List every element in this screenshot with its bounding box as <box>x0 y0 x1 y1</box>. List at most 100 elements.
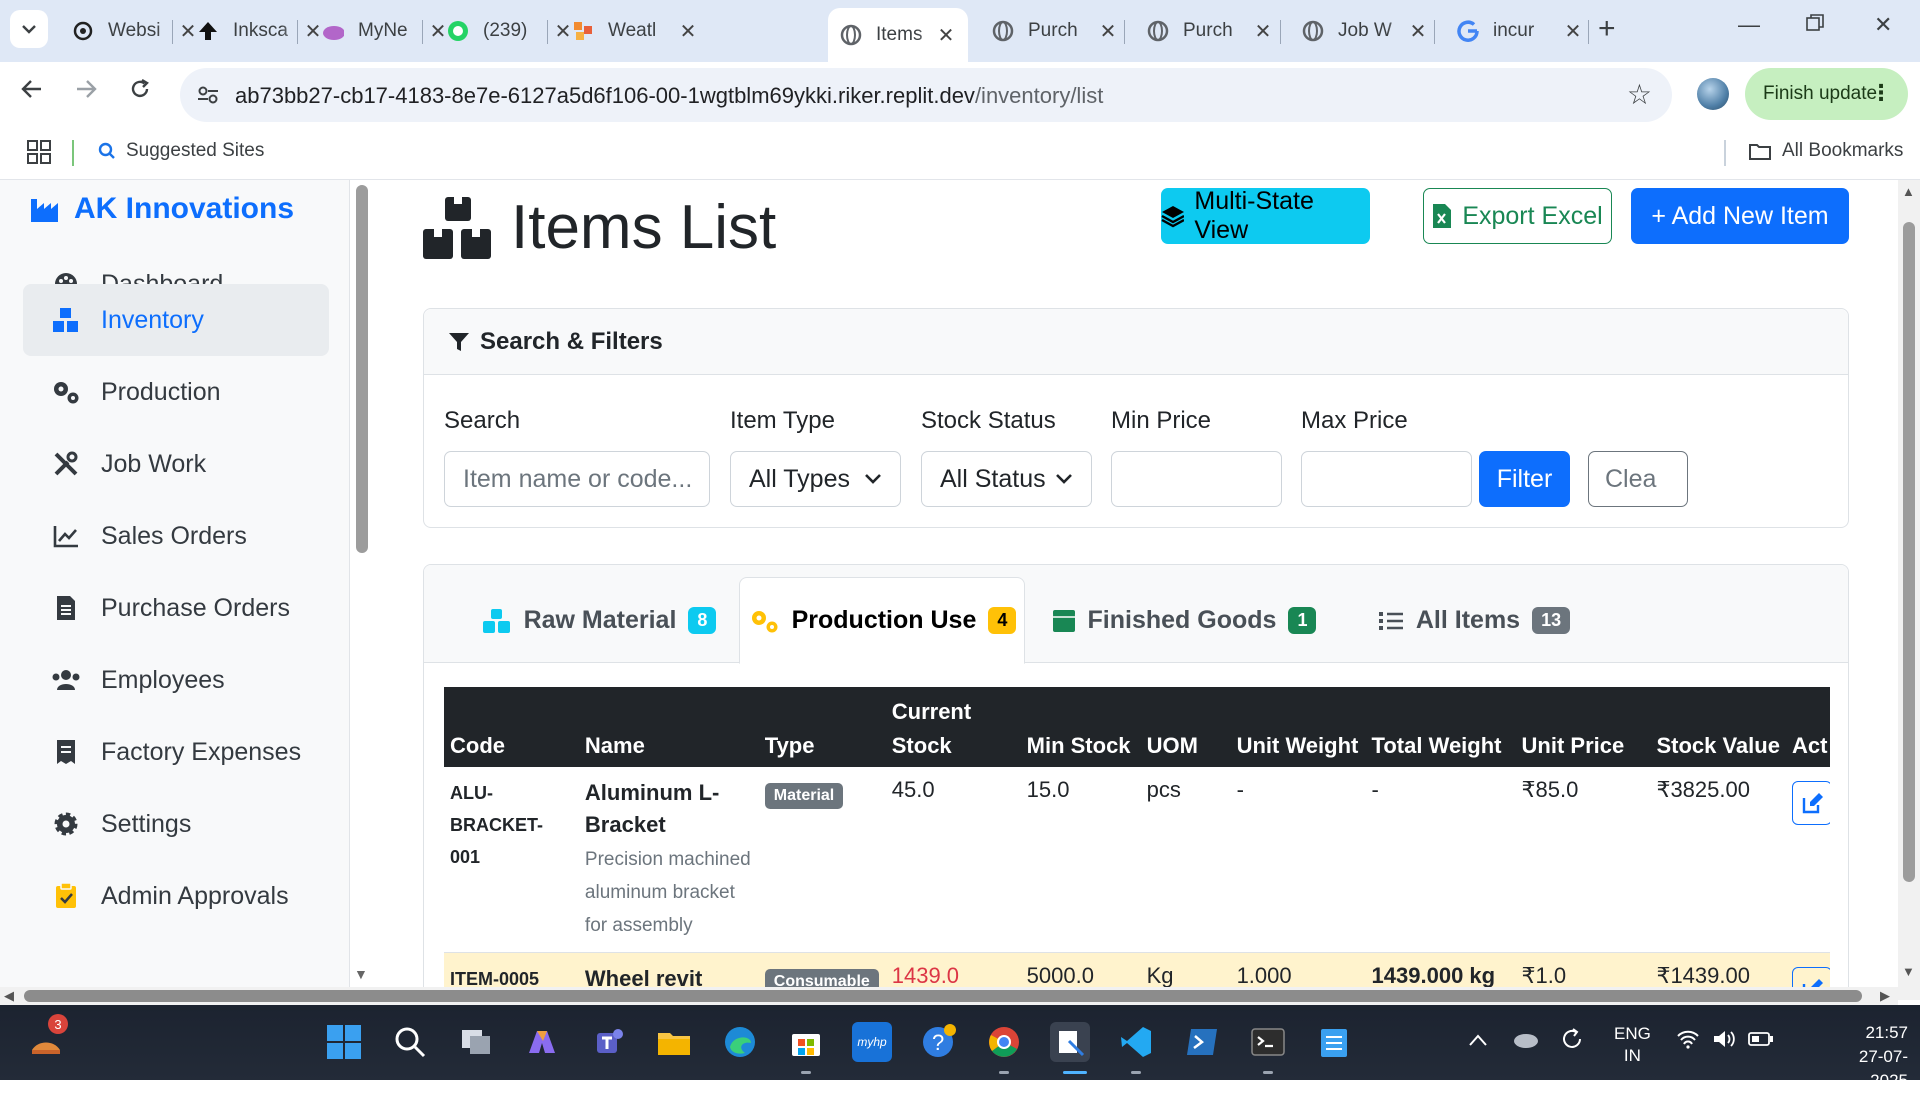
multi-state-view-button[interactable]: Multi-State View <box>1161 187 1370 244</box>
terminal-icon[interactable] <box>1248 1022 1288 1062</box>
all-bookmarks-button[interactable]: All Bookmarks <box>1748 140 1903 162</box>
browser-tab[interactable]: Purch ✕ <box>980 8 1130 54</box>
bookmark-suggested-sites[interactable]: Suggested Sites <box>98 140 264 162</box>
notepad-icon[interactable] <box>1314 1022 1354 1062</box>
close-icon[interactable]: ✕ <box>1253 19 1273 44</box>
vscode-icon[interactable] <box>1116 1022 1156 1062</box>
volume-icon[interactable] <box>1712 1029 1736 1054</box>
help-icon[interactable]: ? <box>918 1022 958 1062</box>
scroll-thumb[interactable] <box>1903 222 1915 882</box>
search-input[interactable]: Item name or code... <box>444 451 710 507</box>
close-icon[interactable]: ✕ <box>1408 19 1428 44</box>
forward-button[interactable] <box>74 76 98 108</box>
folder-icon <box>1749 144 1771 160</box>
stock-status-value: All Status <box>940 464 1046 493</box>
widgets-icon[interactable]: 3 <box>26 1014 68 1062</box>
scroll-left-arrow[interactable]: ◀ <box>4 988 14 1004</box>
search-icon[interactable] <box>390 1022 430 1062</box>
file-explorer-icon[interactable] <box>654 1022 694 1062</box>
close-icon[interactable]: ✕ <box>1563 19 1583 44</box>
onedrive-icon[interactable] <box>1512 1029 1540 1054</box>
browser-tab[interactable]: Job W ✕ <box>1290 8 1440 54</box>
store-icon[interactable] <box>786 1022 826 1062</box>
more-vert-icon[interactable]: ⋮ <box>1870 80 1892 106</box>
sidebar-scrollbar[interactable] <box>356 185 368 553</box>
browser-tab-active[interactable]: Items ✕ <box>828 8 968 62</box>
export-excel-button[interactable]: Export Excel <box>1423 188 1612 244</box>
powershell-icon[interactable] <box>1182 1022 1222 1062</box>
bookmark-star-icon[interactable]: ☆ <box>1627 78 1652 111</box>
sidebar-scroll-down[interactable]: ▼ <box>354 966 368 982</box>
sidebar-item-label: Inventory <box>101 305 204 334</box>
myhp-icon[interactable]: myhp <box>852 1022 892 1062</box>
sidebar-item-factory-expenses[interactable]: Factory Expenses <box>23 716 329 788</box>
browser-tab[interactable]: incur ✕ <box>1445 8 1595 54</box>
show-hidden-icons[interactable] <box>1468 1031 1488 1052</box>
stock-status-select[interactable]: All Status <box>921 451 1092 507</box>
scroll-thumb[interactable] <box>24 990 1862 1002</box>
battery-icon[interactable] <box>1748 1031 1774 1052</box>
clock[interactable]: 21:57 27-07-2025 <box>1836 1021 1908 1093</box>
tab-title: Job W <box>1338 20 1392 41</box>
item-type-select[interactable]: All Types <box>730 451 901 507</box>
wifi-icon[interactable] <box>1676 1029 1700 1054</box>
edge-icon[interactable] <box>720 1022 760 1062</box>
snipping-tool-icon[interactable] <box>1050 1022 1090 1062</box>
language-indicator[interactable]: ENG IN <box>1614 1023 1651 1067</box>
finish-update-button[interactable]: Finish update ⋮ <box>1745 68 1908 120</box>
page-horizontal-scrollbar[interactable]: ◀ ▶ <box>0 987 1898 1005</box>
url-text[interactable]: ab73bb27-cb17-4183-8e7e-6127a5d6f106-00-… <box>235 83 1103 109</box>
tab-search-button[interactable] <box>10 10 48 48</box>
site-info-icon[interactable] <box>194 81 222 109</box>
brand-logo[interactable]: AK Innovations <box>30 192 294 226</box>
max-price-input[interactable] <box>1301 451 1472 507</box>
sidebar-item-sales-orders[interactable]: Sales Orders <box>23 500 329 572</box>
cell-actions <box>1785 767 1830 953</box>
min-price-input[interactable] <box>1111 451 1282 507</box>
windows-start-icon[interactable] <box>324 1022 364 1062</box>
sidebar-item-employees[interactable]: Employees <box>23 644 329 716</box>
tab-all-items[interactable]: All Items 13 <box>1324 577 1624 664</box>
reload-button[interactable] <box>128 76 152 108</box>
url-path: /inventory/list <box>974 83 1104 108</box>
filters-header: Search & Filters <box>424 309 1848 375</box>
browser-tab[interactable]: Purch ✕ <box>1135 8 1285 54</box>
sidebar-item-production[interactable]: Production <box>23 356 329 428</box>
browser-tab[interactable]: Weatl ✕ <box>560 8 710 54</box>
teams-icon[interactable] <box>588 1022 628 1062</box>
search-filters-card: Search & Filters Search Item name or cod… <box>423 308 1849 528</box>
sync-icon[interactable] <box>1560 1027 1584 1056</box>
task-view-icon[interactable] <box>456 1022 496 1062</box>
sidebar-item-purchase-orders[interactable]: Purchase Orders <box>23 572 329 644</box>
sidebar-item-admin-approvals[interactable]: Admin Approvals <box>23 860 329 932</box>
chrome-icon[interactable] <box>984 1022 1024 1062</box>
sidebar-item-inventory[interactable]: Inventory <box>23 284 329 356</box>
sidebar-item-settings[interactable]: Settings <box>23 788 329 860</box>
scroll-down-arrow[interactable]: ▼ <box>1902 964 1915 979</box>
add-new-item-button[interactable]: + Add New Item <box>1631 188 1849 244</box>
scroll-up-arrow[interactable]: ▲ <box>1902 184 1915 199</box>
edit-button[interactable] <box>1791 781 1830 825</box>
minimize-button[interactable]: — <box>1738 12 1760 38</box>
apps-grid-icon[interactable] <box>26 139 52 170</box>
sidebar-item-job-work[interactable]: Job Work <box>23 428 329 500</box>
profile-avatar[interactable] <box>1697 78 1729 110</box>
address-bar[interactable]: ab73bb27-cb17-4183-8e7e-6127a5d6f106-00-… <box>180 68 1672 122</box>
close-icon[interactable]: ✕ <box>936 23 956 48</box>
clear-button[interactable]: Clea <box>1588 451 1688 507</box>
close-icon[interactable]: ✕ <box>678 19 698 44</box>
close-icon[interactable]: ✕ <box>1098 19 1118 44</box>
items-table-container[interactable]: Code Name Type Current Stock Min Stock UO… <box>444 687 1830 996</box>
restore-button[interactable] <box>1806 12 1824 38</box>
page-vertical-scrollbar[interactable]: ▲ ▼ <box>1898 180 1920 1000</box>
new-tab-button[interactable]: + <box>1598 12 1616 46</box>
back-button[interactable] <box>20 76 44 108</box>
window-close-button[interactable]: ✕ <box>1874 12 1892 38</box>
lang-code: ENG <box>1614 1024 1651 1043</box>
scroll-right-arrow[interactable]: ▶ <box>1880 988 1890 1004</box>
tab-production-use[interactable]: Production Use 4 <box>739 577 1025 664</box>
copilot-icon[interactable] <box>522 1022 562 1062</box>
tab-raw-material[interactable]: Raw Material 8 <box>424 577 774 664</box>
filter-button[interactable]: Filter <box>1479 451 1570 507</box>
tab-finished-goods[interactable]: Finished Goods 1 <box>1024 577 1344 664</box>
